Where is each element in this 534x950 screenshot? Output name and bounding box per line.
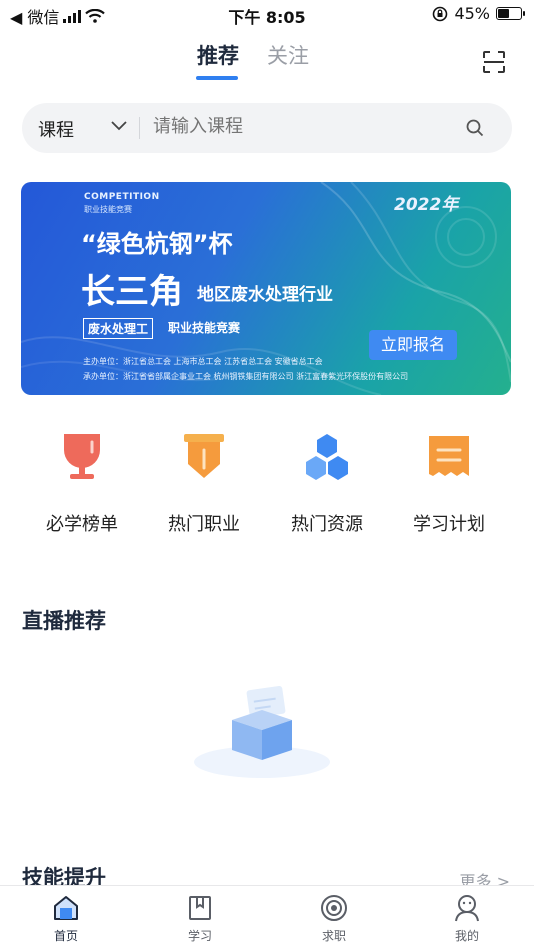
profile-icon <box>455 895 479 922</box>
entry-label: 学习计划 <box>413 514 485 535</box>
tab-following[interactable]: 关注 <box>267 40 309 70</box>
battery-icon <box>496 7 525 20</box>
target-icon <box>321 895 347 921</box>
quick-entry-grid: 必学榜单 热门职业 热门资源 学习计划 <box>0 430 534 540</box>
cubes-icon <box>306 434 348 480</box>
banner-tag: 废水处理工 <box>83 318 154 339</box>
nav-study[interactable]: 学习 <box>160 894 240 944</box>
scan-icon[interactable] <box>482 50 506 74</box>
entry-hot-resources[interactable]: 热门资源 <box>267 430 387 536</box>
entry-hot-jobs[interactable]: 热门职业 <box>144 430 264 536</box>
entry-study-plan[interactable]: 学习计划 <box>389 430 509 536</box>
search-category-select[interactable]: 课程 <box>38 116 74 142</box>
nav-mine[interactable]: 我的 <box>427 894 507 944</box>
banner-organizers: 主办单位：浙江省总工会 上海市总工会 江苏省总工会 安徽省总工会 <box>83 357 323 366</box>
home-icon <box>54 896 78 920</box>
trophy-icon <box>64 434 100 479</box>
search-bar: 课程 <box>22 103 512 153</box>
orientation-lock-icon <box>433 6 448 21</box>
status-bar: ◀ 微信 下午 8:05 45% <box>0 0 534 30</box>
search-input[interactable] <box>153 116 453 137</box>
banner-tag-secondary: 职业技能竞赛 <box>168 321 241 335</box>
battery-percent: 45% <box>454 4 490 23</box>
promo-banner[interactable]: COMPETITION 职业技能竞赛 2022年 “绿色杭钢”杯 长三角 地区废… <box>21 182 511 395</box>
book-icon <box>189 896 211 920</box>
banner-competition-en: COMPETITION <box>84 192 160 202</box>
banner-co-organizers: 承办单位：浙江省省部属企事业工会 杭州钢铁集团有限公司 浙江富春紫光环保股份有限… <box>83 372 409 381</box>
tab-recommended[interactable]: 推荐 <box>197 40 239 70</box>
search-icon[interactable] <box>466 119 484 137</box>
nav-jobs[interactable]: 求职 <box>294 894 374 944</box>
banner-cup-title: “绿色杭钢”杯 <box>81 230 233 258</box>
banner-year: 2022年 <box>394 195 459 215</box>
search-divider <box>139 117 140 139</box>
entry-label: 热门职业 <box>168 514 240 535</box>
nav-label: 我的 <box>454 929 479 943</box>
entry-label: 热门资源 <box>291 514 363 535</box>
section-title-live: 直播推荐 <box>22 609 106 633</box>
empty-box-illustration <box>194 686 330 778</box>
entry-label: 必学榜单 <box>46 514 118 535</box>
active-tab-indicator <box>196 76 238 80</box>
banner-headline: 长三角 <box>81 272 183 312</box>
nav-label: 求职 <box>321 929 346 943</box>
nav-label: 首页 <box>53 929 78 943</box>
chevron-down-icon[interactable] <box>111 121 127 131</box>
nav-home[interactable]: 首页 <box>26 894 106 944</box>
feed-tabs: 推荐 关注 <box>0 40 534 86</box>
banner-competition-cn: 职业技能竞赛 <box>84 205 132 214</box>
plan-icon <box>429 436 469 476</box>
bottom-nav: 首页 学习 求职 我的 <box>0 885 534 950</box>
register-now-button[interactable]: 立即报名 <box>369 330 457 360</box>
banner-subheadline: 地区废水处理行业 <box>197 285 333 305</box>
nav-label: 学习 <box>187 929 212 943</box>
entry-must-learn[interactable]: 必学榜单 <box>22 430 142 536</box>
badge-icon <box>184 434 224 478</box>
